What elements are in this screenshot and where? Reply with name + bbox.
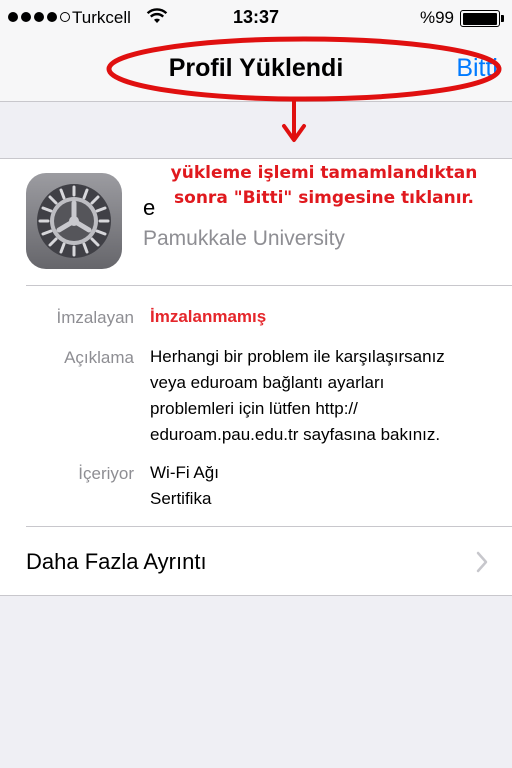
page-title: Profil Yüklendi <box>168 54 344 82</box>
annotation-arrowhead <box>282 124 306 142</box>
instruction-annotation: yükleme işlemi tamamlandıktan sonra "Bit… <box>158 159 490 214</box>
done-button[interactable]: Bitti <box>456 54 498 83</box>
contains-label: İçeriyor <box>78 464 134 483</box>
annotation-line-2: sonra "Bitti" simgesine tıklanır. <box>174 188 474 208</box>
profile-organization: Pamukkale University <box>143 227 345 250</box>
battery-percentage: %99 <box>419 8 454 27</box>
description-value: Herhangi bir problem ile karşılaşırsanız… <box>150 347 445 444</box>
battery-icon <box>460 10 500 27</box>
settings-gear-icon <box>26 173 122 269</box>
profile-card: e Pamukkale University yükleme işlemi ta… <box>0 158 512 596</box>
status-bar: Turkcell 13:37 %99 <box>0 0 512 36</box>
description-label: Açıklama <box>64 348 134 367</box>
contains-value: Wi-Fi Ağı Sertifika <box>150 463 219 508</box>
more-details-label: Daha Fazla Ayrıntı <box>26 549 207 574</box>
profile-name: e <box>143 195 156 220</box>
chevron-right-icon <box>476 551 488 573</box>
more-details-row[interactable]: Daha Fazla Ayrıntı <box>0 527 512 597</box>
signed-by-value: İmzalanmamış <box>150 307 267 326</box>
signed-by-label: İmzalayan <box>56 308 134 327</box>
annotation-line-1: yükleme işlemi tamamlandıktan <box>170 163 478 183</box>
navigation-bar: Profil Yüklendi Bitti <box>0 36 512 102</box>
battery-tip <box>501 15 504 22</box>
divider <box>26 285 512 286</box>
